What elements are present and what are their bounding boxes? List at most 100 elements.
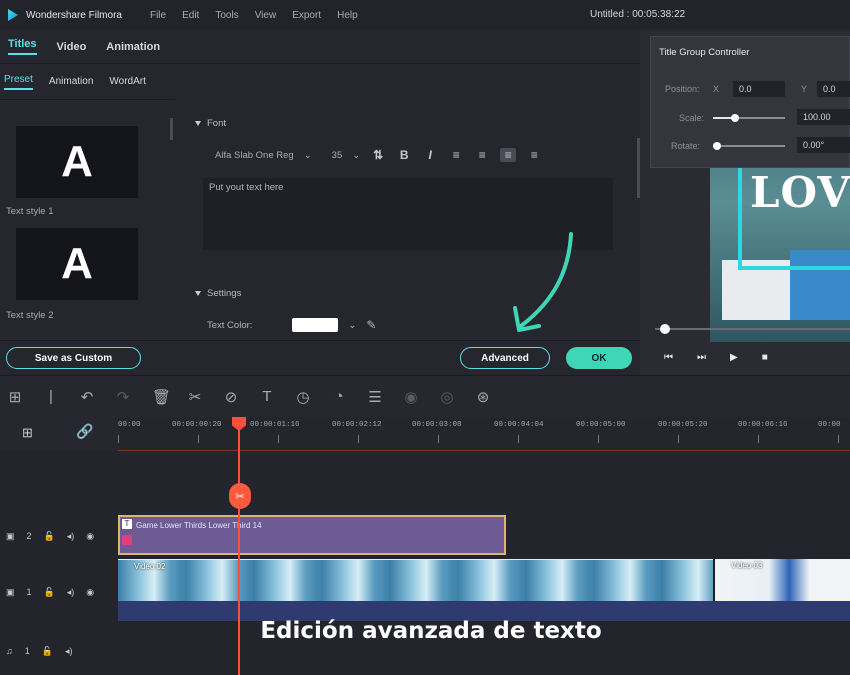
caption-text: Edición avanzada de texto	[260, 618, 602, 644]
tab-animation[interactable]: Animation	[106, 41, 160, 53]
chevron-down-icon[interactable]: ⌄	[348, 320, 356, 331]
timeline-ruler[interactable]: 00:00 00:00:00:20 00:00:01:16 00:00:02:1…	[118, 417, 850, 451]
playback-controls: ⏮ ⏭ ▶ ■	[664, 352, 768, 363]
tick-label: 00:00:05:20	[658, 421, 708, 429]
undo-icon[interactable]: ↶	[80, 388, 94, 406]
visibility-icon[interactable]: ◉	[86, 531, 94, 542]
tick-label: 00:00:05:00	[576, 421, 626, 429]
step-forward-icon[interactable]: ⏭	[697, 352, 706, 363]
link-icon[interactable]: 🔗	[76, 423, 93, 440]
lock-icon[interactable]: 🔓	[44, 587, 55, 598]
separator-icon: |	[49, 388, 53, 405]
advanced-button[interactable]: Advanced	[460, 347, 550, 369]
lock-icon[interactable]: 🔓	[42, 646, 53, 657]
green-screen-icon[interactable]: ◎	[440, 388, 454, 406]
tab-sub-animation[interactable]: Animation	[49, 76, 93, 87]
preset-list: A Text style 1 A Text style 2	[0, 100, 175, 370]
align-justify-icon[interactable]: ≡	[526, 148, 542, 162]
mute-icon[interactable]: ◂)	[67, 587, 75, 598]
rotate-slider[interactable]	[713, 145, 785, 147]
add-track-icon[interactable]: ⊞	[22, 425, 33, 441]
text-icon[interactable]: T	[260, 388, 274, 405]
scale-input[interactable]: 100.00	[797, 109, 850, 125]
scissors-icon[interactable]: ✂	[229, 483, 251, 509]
font-section-header[interactable]: Font	[195, 118, 226, 129]
y-label: Y	[801, 84, 808, 94]
eyedropper-icon[interactable]: ✎	[366, 318, 376, 332]
align-center-icon[interactable]: ≡	[474, 148, 490, 162]
position-x-input[interactable]: 0.0	[733, 81, 785, 97]
tab-video[interactable]: Video	[57, 41, 87, 53]
position-label: Position:	[665, 84, 700, 94]
align-left-icon[interactable]: ≡	[448, 148, 464, 162]
italic-button[interactable]: I	[422, 148, 438, 162]
tick-label: 00:00:02:12	[332, 421, 382, 429]
cut-icon[interactable]: ✂	[188, 388, 202, 406]
track-header-title: ▣ 2 🔓 ◂) ◉	[0, 521, 118, 551]
video-clip-2[interactable]: Video 03	[713, 559, 850, 601]
menu-tools[interactable]: Tools	[215, 10, 238, 21]
tgc-title: Title Group Controller	[659, 47, 750, 58]
visibility-icon[interactable]: ◉	[86, 587, 94, 598]
align-right-icon[interactable]: ≡	[500, 148, 517, 162]
track-header-video: ▣ 1 🔓 ◂) ◉	[0, 577, 118, 607]
position-y-input[interactable]: 0.0	[817, 81, 850, 97]
lock-icon[interactable]: 🔓	[44, 531, 55, 542]
annotation-arrow-icon	[513, 232, 573, 332]
preview-scrubber-knob[interactable]	[660, 324, 670, 334]
document-title: Untitled : 00:05:38:22	[590, 9, 686, 20]
play-icon[interactable]: ▶	[730, 352, 738, 363]
bold-button[interactable]: B	[396, 148, 412, 162]
tab-titles[interactable]: Titles	[8, 38, 37, 55]
scale-slider-knob[interactable]	[731, 114, 739, 122]
preview-scrubber[interactable]	[655, 328, 850, 330]
save-as-custom-button[interactable]: Save as Custom	[6, 347, 141, 369]
app-name: Wondershare Filmora	[26, 9, 122, 21]
delete-icon[interactable]: 🗑	[152, 388, 171, 406]
track-number: 1	[24, 646, 30, 656]
sub-tabs: Preset Animation WordArt	[0, 64, 175, 100]
adjust-icon[interactable]: ☰	[368, 388, 382, 406]
menu-view[interactable]: View	[255, 10, 277, 21]
menu-edit[interactable]: Edit	[182, 10, 199, 21]
text-color-swatch[interactable]	[292, 318, 339, 332]
mute-icon[interactable]: ◂)	[67, 531, 75, 542]
title-clip[interactable]: T Game Lower Thirds Lower Third 14	[118, 515, 506, 555]
tick-label: 00:00:06:16	[738, 421, 788, 429]
chevron-down-icon[interactable]: ⌄	[352, 150, 360, 161]
speed-icon[interactable]: ◷	[296, 388, 310, 406]
rotate-label: Rotate:	[671, 141, 701, 151]
font-family-select[interactable]: Alfa Slab One Reg	[215, 150, 294, 161]
preset-label-2: Text style 2	[6, 310, 54, 321]
stop-icon[interactable]: ■	[762, 352, 768, 363]
settings-section-title: Settings	[207, 288, 242, 299]
color-icon[interactable]: ◔	[332, 388, 346, 405]
menu-help[interactable]: Help	[337, 10, 358, 21]
settings-section-header[interactable]: Settings	[195, 288, 241, 299]
redo-icon[interactable]: ↷	[116, 388, 130, 406]
preset-scrollbar[interactable]	[170, 118, 173, 140]
mute-icon[interactable]: ◂)	[65, 646, 73, 657]
rotate-input[interactable]: 0.00°	[797, 137, 850, 153]
menu-file[interactable]: File	[150, 10, 166, 21]
title-bar: Wondershare Filmora File Edit Tools View…	[0, 0, 850, 30]
crop-icon[interactable]: ⊘	[224, 388, 238, 406]
ok-button[interactable]: OK	[566, 347, 632, 369]
timeline-toolbar: ⊞ | ↶ ↷ 🗑 ✂ ⊘ T ◷ ◔ ☰ ◉ ◎ ⊛	[0, 375, 850, 417]
x-label: X	[713, 84, 720, 94]
preset-thumb-1[interactable]: A	[16, 126, 138, 198]
menu-export[interactable]: Export	[292, 10, 321, 21]
tab-wordart[interactable]: WordArt	[109, 76, 146, 87]
preset-thumb-2[interactable]: A	[16, 228, 138, 300]
tab-preset[interactable]: Preset	[4, 74, 33, 90]
audio-icon[interactable]: ◉	[404, 388, 418, 406]
motion-tracking-icon[interactable]: ⊛	[476, 388, 490, 406]
text-spacing-icon[interactable]: ⇅	[370, 148, 386, 162]
layout-grid-icon[interactable]: ⊞	[8, 388, 22, 406]
track-type-icon: ▣	[6, 530, 15, 541]
font-size-select[interactable]: 35	[332, 150, 343, 161]
rotate-slider-knob[interactable]	[713, 142, 721, 150]
tick-label: 00:00	[118, 421, 141, 429]
step-back-icon[interactable]: ⏮	[664, 352, 673, 363]
chevron-down-icon[interactable]: ⌄	[304, 150, 312, 161]
